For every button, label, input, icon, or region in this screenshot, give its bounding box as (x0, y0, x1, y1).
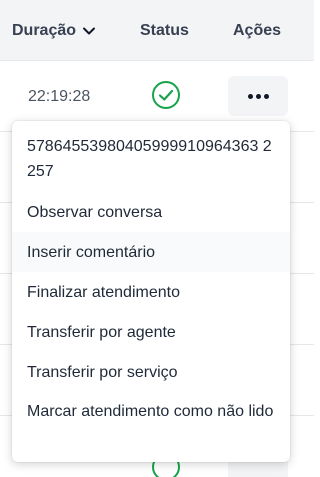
row-divider (0, 273, 12, 274)
column-header-status: Status (140, 21, 189, 39)
more-horizontal-icon (247, 93, 269, 99)
actions-dropdown-menu: 57864553980405999910964363 2257 Observar… (12, 121, 290, 462)
row-divider (290, 344, 314, 345)
menu-item-inserir-comentario[interactable]: Inserir comentário (12, 232, 290, 272)
row-divider (0, 415, 12, 416)
chevron-down-icon (82, 24, 96, 38)
row-divider (290, 415, 314, 416)
page: Duração Status Ações 22:19:28 5786455398… (0, 0, 314, 477)
actions-menu-button[interactable] (228, 76, 288, 116)
row-divider (290, 202, 314, 203)
column-header-acoes: Ações (233, 21, 282, 39)
menu-item-marcar-nao-lido[interactable]: Marcar atendimento como não lido (12, 392, 290, 424)
menu-item-transferir-agente[interactable]: Transferir por agente (12, 312, 290, 352)
column-header-duracao[interactable]: Duração (12, 0, 96, 61)
row-divider (0, 202, 12, 203)
menu-item-conversation-id[interactable]: 57864553980405999910964363 2257 (12, 131, 290, 192)
check-circle-icon (151, 80, 181, 110)
menu-item-transferir-servico[interactable]: Transferir por serviço (12, 352, 290, 392)
column-header-duracao-label: Duração (12, 21, 77, 39)
row-divider (290, 273, 314, 274)
row-divider (0, 344, 12, 345)
table-header: Duração Status Ações (0, 0, 314, 61)
menu-item-finalizar-atendimento[interactable]: Finalizar atendimento (12, 272, 290, 312)
menu-item-observar-conversa[interactable]: Observar conversa (12, 192, 290, 232)
